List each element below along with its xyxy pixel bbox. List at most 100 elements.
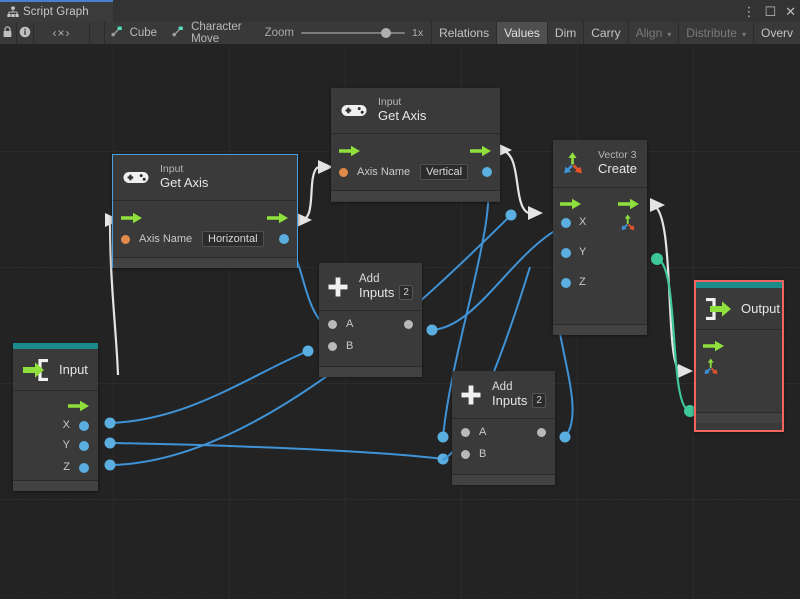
node-add-inputs-upper[interactable]: Add Inputs 2 A B — [319, 263, 422, 377]
input-count-badge[interactable]: 2 — [399, 285, 413, 301]
node-add-inputs-lower[interactable]: Add Inputs 2 A B — [452, 371, 555, 485]
zoom-slider-handle[interactable] — [380, 28, 391, 38]
node-header: Input Get Axis — [113, 155, 297, 201]
flow-out-arrow-icon[interactable] — [470, 144, 492, 162]
port-z-out[interactable] — [79, 463, 89, 473]
vector3-axis-icon — [561, 150, 589, 178]
plus-icon — [460, 384, 482, 406]
plus-icon — [327, 276, 349, 298]
breadcrumb-cube[interactable]: Cube — [105, 22, 167, 44]
breadcrumb-cube-label: Cube — [129, 27, 158, 39]
window-controls: ⋮ ☐ ✕ — [742, 0, 796, 22]
more-options-icon[interactable]: ⋮ — [742, 5, 755, 18]
gamepad-icon — [123, 169, 149, 186]
node-vector3-create[interactable]: Vector 3 Create X Y Z — [553, 140, 647, 335]
node-header: Add Inputs 2 — [319, 263, 422, 311]
node-title: Input — [59, 362, 88, 377]
chevron-down-icon: ▾ — [741, 29, 746, 39]
toggle-carry[interactable]: Carry — [583, 22, 627, 44]
info-icon — [19, 26, 31, 41]
menu-align[interactable]: Align ▾ — [627, 22, 679, 44]
node-get-axis-vertical[interactable]: Input Get Axis Axis Name Vertical — [331, 88, 500, 202]
graph-hierarchy-icon — [7, 6, 19, 18]
menu-align-label: Align — [635, 26, 663, 40]
flow-in-arrow-icon[interactable] — [121, 211, 143, 229]
input-count-badge[interactable]: 2 — [532, 393, 546, 409]
port-axis-name-out[interactable] — [482, 167, 492, 177]
vector3-result-icon — [619, 213, 639, 238]
port-y-in[interactable] — [561, 248, 571, 258]
toggle-relations[interactable]: Relations — [431, 22, 496, 44]
flow-in-arrow-icon[interactable] — [339, 144, 361, 162]
code-toggle-button[interactable]: ‹×› — [34, 22, 91, 44]
node-footer — [113, 257, 297, 268]
gameobject-link-icon — [172, 26, 185, 40]
node-footer — [553, 324, 647, 335]
node-accent-strip — [696, 282, 782, 288]
zoom-label: Zoom — [264, 27, 294, 39]
breadcrumb-character-move-label: Character Move — [191, 21, 242, 45]
row-label-axis-name: Axis Name — [139, 233, 193, 245]
port-a-in[interactable] — [328, 320, 337, 329]
axis-name-value-field[interactable]: Vertical — [420, 164, 469, 180]
port-b-in[interactable] — [461, 450, 470, 459]
node-title: Get Axis — [160, 175, 209, 191]
window-tab-bar: Script Graph ⋮ ☐ ✕ — [0, 0, 800, 22]
node-footer — [331, 190, 500, 201]
port-axis-name-in[interactable] — [339, 168, 348, 177]
node-header: Input Get Axis — [331, 88, 500, 134]
script-graph-window: Script Graph ⋮ ☐ ✕ ‹×› Cube Character Mo… — [0, 0, 800, 599]
node-body: A B — [319, 311, 422, 366]
port-x-in[interactable] — [561, 218, 571, 228]
menu-distribute[interactable]: Distribute ▾ — [678, 22, 753, 44]
vector3-value-icon[interactable] — [702, 357, 722, 382]
row-label-x: X — [62, 419, 70, 431]
toggle-dim[interactable]: Dim — [546, 22, 583, 44]
graph-output-icon — [703, 297, 733, 320]
node-header: Vector 3 Create — [553, 140, 647, 188]
node-body — [696, 330, 782, 412]
port-a-in[interactable] — [461, 428, 470, 437]
node-graph-input[interactable]: Input X Y Z — [13, 343, 98, 491]
toggle-overview[interactable]: Overv — [753, 22, 800, 44]
port-y-out[interactable] — [79, 441, 89, 451]
lock-button[interactable] — [0, 22, 17, 44]
tab-label: Script Graph — [23, 6, 89, 18]
axis-name-value-field[interactable]: Horizontal — [202, 231, 264, 247]
node-get-axis-horizontal[interactable]: Input Get Axis Axis Name Horizontal — [112, 154, 298, 268]
maximize-icon[interactable]: ☐ — [764, 5, 776, 18]
graph-toolbar: ‹×› Cube Character Move Zoom 1x Relation… — [0, 21, 800, 45]
graph-canvas[interactable]: Input Get Axis Axis Name Vertical Input … — [0, 45, 800, 599]
port-sum-out[interactable] — [404, 320, 413, 329]
flow-out-arrow-icon[interactable] — [267, 211, 289, 229]
info-button[interactable] — [17, 22, 34, 44]
breadcrumb-character-move[interactable]: Character Move — [166, 21, 251, 45]
chevron-down-icon: ▾ — [667, 29, 672, 39]
toggle-values[interactable]: Values — [496, 22, 547, 44]
node-title-block: Add Inputs 2 — [492, 381, 546, 409]
node-footer — [13, 480, 98, 491]
port-sum-out[interactable] — [537, 428, 546, 437]
tab-script-graph[interactable]: Script Graph — [0, 0, 113, 22]
zoom-slider[interactable] — [300, 27, 405, 39]
node-body: A B — [452, 419, 555, 474]
flow-out-arrow-icon[interactable] — [68, 399, 90, 417]
close-icon[interactable]: ✕ — [785, 5, 796, 18]
row-label-z: Z — [63, 461, 70, 473]
row-label-y: Y — [62, 439, 70, 451]
port-z-in[interactable] — [561, 278, 571, 288]
node-title: Get Axis — [378, 108, 427, 124]
node-graph-output[interactable]: Output — [694, 280, 784, 432]
flow-in-arrow-icon[interactable] — [560, 197, 582, 215]
node-footer — [452, 474, 555, 485]
node-title: Create — [598, 161, 638, 177]
node-title: Output — [741, 301, 781, 316]
port-axis-name-in[interactable] — [121, 235, 130, 244]
flow-in-arrow-icon[interactable] — [703, 339, 725, 357]
port-axis-name-out[interactable] — [279, 234, 289, 244]
port-x-out[interactable] — [79, 421, 89, 431]
port-b-in[interactable] — [328, 342, 337, 351]
row-label-b: B — [346, 340, 354, 352]
row-label-a: A — [479, 426, 487, 438]
node-body: X Y Z — [13, 391, 98, 480]
